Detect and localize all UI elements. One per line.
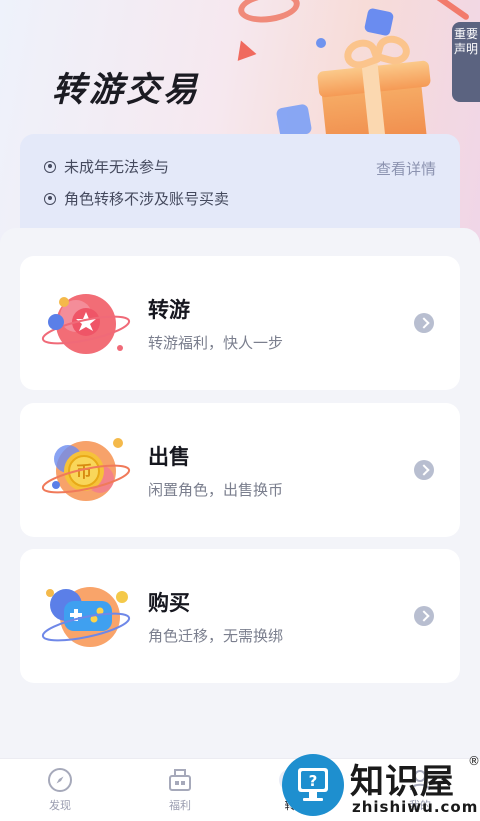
gift-box-icon bbox=[316, 32, 436, 154]
important-notice-tab[interactable]: 重要声明 bbox=[452, 22, 480, 102]
view-details-link[interactable]: 查看详情 bbox=[376, 158, 436, 179]
transfer-card[interactable]: 转游 转游福利，快人一步 bbox=[20, 256, 460, 390]
watermark-brand: 知识屋 bbox=[350, 762, 455, 802]
card-subtitle: 角色迁移，无需换绑 bbox=[148, 627, 284, 645]
ring-decoration bbox=[236, 0, 302, 27]
registered-mark: ® bbox=[468, 754, 480, 768]
info-line-text: 角色转移不涉及账号买卖 bbox=[64, 190, 230, 208]
question-monitor-icon: ? bbox=[282, 754, 344, 816]
bullet-icon bbox=[44, 192, 56, 205]
chevron-right-icon[interactable] bbox=[414, 313, 434, 333]
chevron-right-icon[interactable] bbox=[414, 606, 434, 626]
gamepad-icon bbox=[41, 587, 131, 647]
coin-icon: 币 bbox=[41, 438, 131, 501]
chevron-right-icon[interactable] bbox=[414, 460, 434, 480]
card-title: 购买 bbox=[148, 591, 190, 615]
tab-label: 发现 bbox=[49, 799, 71, 812]
tab-label: 福利 bbox=[169, 799, 191, 812]
watermark-logo: ? 知识屋 ® zhishiwu.com bbox=[282, 752, 480, 821]
gift-shop-icon bbox=[169, 769, 191, 791]
bullet-icon bbox=[44, 160, 56, 173]
planet-star-icon bbox=[41, 294, 131, 354]
card-subtitle: 转游福利，快人一步 bbox=[148, 334, 284, 352]
card-title: 出售 bbox=[148, 445, 190, 469]
svg-text:币: 币 bbox=[76, 462, 92, 481]
card-title: 转游 bbox=[148, 298, 190, 322]
info-line: 角色转移不涉及账号买卖 bbox=[44, 188, 229, 209]
tab-discover[interactable]: 发现 bbox=[20, 767, 100, 813]
compass-icon bbox=[48, 768, 72, 792]
ball-decoration bbox=[316, 38, 326, 48]
tab-welfare[interactable]: 福利 bbox=[140, 767, 220, 813]
card-subtitle: 闲置角色，出售换币 bbox=[148, 481, 284, 499]
info-line-text: 未成年无法参与 bbox=[64, 158, 170, 176]
stripe-decoration bbox=[433, 0, 471, 21]
buy-card[interactable]: 购买 角色迁移，无需换绑 bbox=[20, 549, 460, 683]
page-title: 转游交易 bbox=[52, 70, 200, 110]
info-card: 未成年无法参与 角色转移不涉及账号买卖 查看详情 bbox=[20, 134, 460, 234]
info-line: 未成年无法参与 bbox=[44, 156, 169, 177]
watermark-url: zhishiwu.com bbox=[352, 798, 479, 816]
svg-text:?: ? bbox=[309, 772, 318, 790]
cube-decoration bbox=[363, 7, 395, 37]
triangle-decoration bbox=[231, 37, 257, 61]
sell-card[interactable]: 币 出售 闲置角色，出售换币 bbox=[20, 403, 460, 537]
